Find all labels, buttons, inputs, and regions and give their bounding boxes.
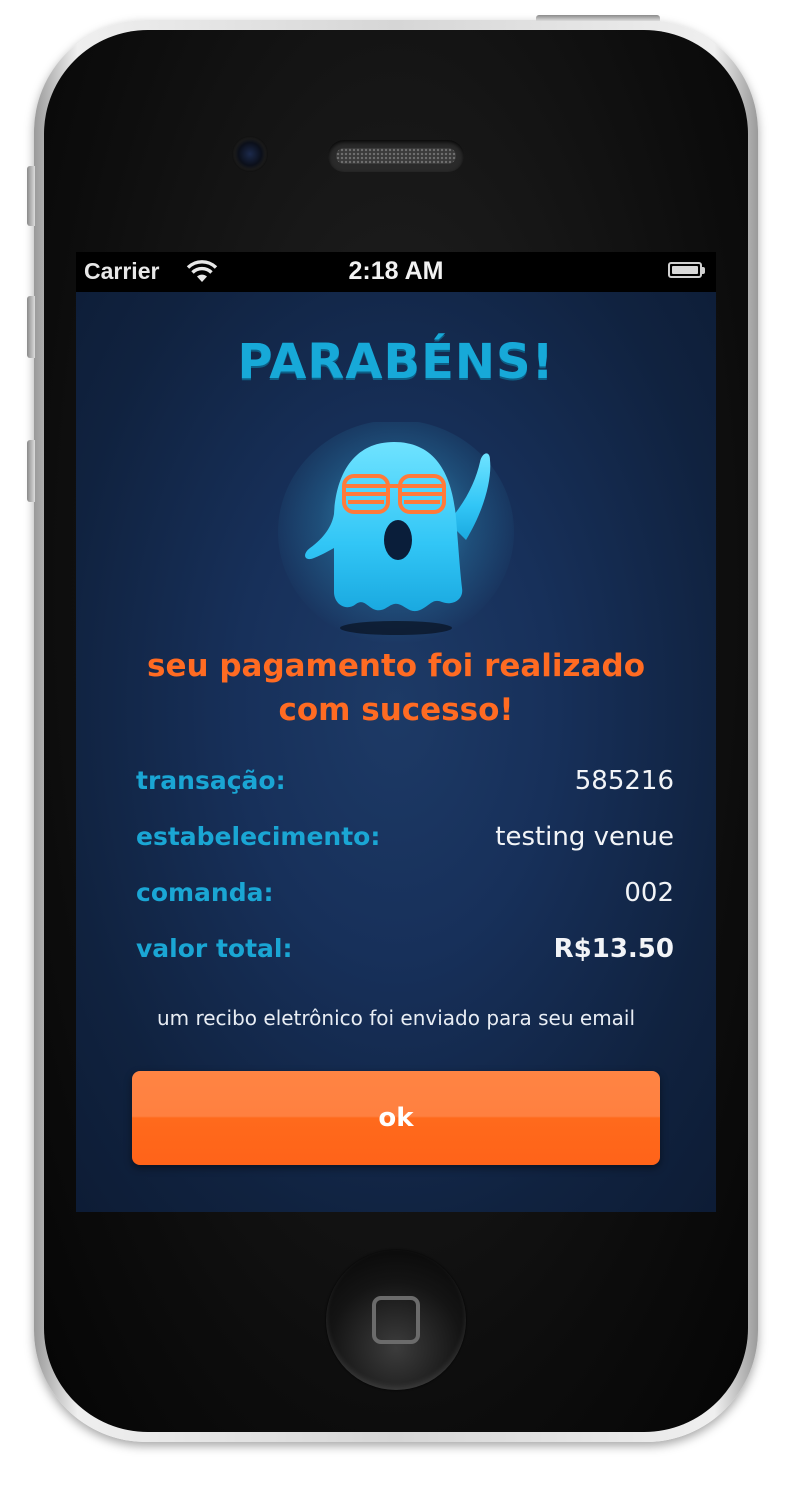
status-time: 2:18 AM [348,257,444,285]
payment-success-view: PARABÉNS! seu pagamento foi realizado co… [76,292,716,1212]
page-title: PARABÉNS! [237,334,555,390]
detail-row-order: comanda: 002 [136,876,674,932]
detail-label: transação: [136,766,286,795]
battery-tip [702,267,705,274]
detail-value: testing venue [495,822,674,852]
success-message-line2: com sucesso! [278,692,514,728]
detail-row-total: valor total: R$13.50 [136,932,674,988]
sleep-button [536,15,660,21]
front-camera [232,136,268,172]
detail-value: 585216 [574,766,674,796]
detail-row-venue: estabelecimento: testing venue [136,820,674,876]
ok-button[interactable]: ok [132,1071,660,1165]
detail-label: estabelecimento: [136,822,381,851]
total-value: R$13.50 [553,934,674,964]
payment-details: transação: 585216 estabelecimento: testi… [136,764,674,988]
phone-screen: Carrier 2:18 AM PARABÉNS! seu pagamento … [76,252,716,1212]
earpiece-speaker [328,140,464,172]
speaker-grill [336,148,456,164]
battery-icon [668,262,702,278]
detail-value: 002 [624,878,674,908]
volume-down-button [27,440,35,502]
mute-switch [27,166,35,226]
home-button[interactable] [326,1250,466,1390]
status-bar: Carrier 2:18 AM [76,252,716,292]
ghost-with-shutter-shades-icon [276,420,516,652]
detail-label: valor total: [136,934,293,963]
volume-up-button [27,296,35,358]
success-message-line1: seu pagamento foi realizado [147,648,645,684]
detail-label: comanda: [136,878,274,907]
home-square-icon [372,1296,420,1344]
ghost-illustration [278,420,514,644]
detail-row-transaction: transação: 585216 [136,764,674,820]
success-message: seu pagamento foi realizado com sucesso! [76,644,716,732]
receipt-note: um recibo eletrônico foi enviado para se… [156,1006,636,1030]
